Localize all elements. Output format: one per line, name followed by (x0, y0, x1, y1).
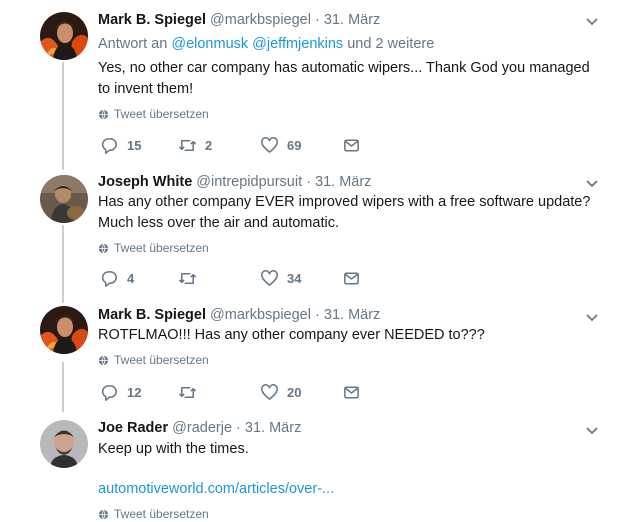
avatar[interactable] (40, 175, 88, 223)
reply-count: 15 (127, 138, 142, 153)
like-icon (261, 270, 278, 286)
avatar[interactable] (40, 12, 88, 60)
like-count: 20 (287, 385, 302, 400)
retweet-icon (178, 139, 197, 152)
author-handle[interactable]: @markbspiegel (210, 12, 311, 28)
retweet-count: 2 (205, 138, 213, 153)
retweet-button[interactable] (178, 269, 205, 288)
like-count: 34 (287, 271, 302, 286)
tweet-header: Joe Rader @raderje · 31. März (98, 420, 301, 436)
translate-label[interactable]: Tweet übersetzen (114, 107, 209, 121)
author-handle[interactable]: @intrepidpursuit (196, 174, 302, 190)
tweet-date[interactable]: 31. März (324, 12, 380, 28)
direct-message-icon (344, 272, 359, 285)
tweet-date[interactable]: 31. März (315, 174, 371, 190)
retweet-icon (178, 386, 197, 399)
chevron-down-icon[interactable] (585, 426, 599, 436)
like-icon (261, 137, 278, 153)
reply-suffix[interactable]: und 2 weitere (347, 36, 434, 52)
like-button[interactable]: 20 (260, 383, 301, 402)
translate-link[interactable]: Tweet übersetzen (98, 107, 209, 121)
separator-dot: · (306, 174, 311, 190)
chevron-down-icon[interactable] (585, 17, 599, 27)
direct-message-button[interactable] (342, 269, 361, 288)
chevron-down-icon[interactable] (585, 313, 599, 323)
tweet-header: Mark B. Spiegel @markbspiegel · 31. März (98, 12, 380, 28)
reply-icon (101, 271, 117, 287)
translate-link[interactable]: Tweet übersetzen (98, 353, 209, 367)
author-name[interactable]: Mark B. Spiegel (98, 307, 206, 323)
retweet-button[interactable]: 2 (178, 136, 212, 155)
like-icon (261, 384, 278, 400)
tweet-text: ROTFLMAO!!! Has any other company ever N… (98, 327, 485, 343)
globe-icon (98, 109, 109, 120)
reply-count: 12 (127, 385, 142, 400)
tweet-text: Keep up with the times. (98, 441, 249, 457)
like-count: 69 (287, 138, 302, 153)
translate-label[interactable]: Tweet übersetzen (114, 353, 209, 367)
reply-prefix: Antwort an (98, 36, 168, 52)
retweet-icon (178, 272, 197, 285)
globe-icon (98, 355, 109, 366)
separator-dot: · (315, 307, 320, 323)
reply-button[interactable]: 4 (100, 269, 134, 288)
translate-label[interactable]: Tweet übersetzen (114, 241, 209, 255)
reply-icon (101, 385, 117, 401)
author-name[interactable]: Joe Rader (98, 420, 168, 436)
tweet-date[interactable]: 31. März (245, 420, 301, 436)
translate-link[interactable]: Tweet übersetzen (98, 507, 209, 521)
tweet: Joe Rader @raderje · 31. März Keep up wi… (0, 410, 630, 522)
separator-dot: · (236, 420, 241, 436)
tweet-header: Mark B. Spiegel @markbspiegel · 31. März (98, 307, 380, 323)
author-handle[interactable]: @markbspiegel (210, 307, 311, 323)
author-handle[interactable]: @raderje (172, 420, 232, 436)
direct-message-icon (344, 386, 359, 399)
globe-icon (98, 509, 109, 520)
tweet-date[interactable]: 31. März (324, 307, 380, 323)
tweet: Joseph White @intrepidpursuit · 31. März… (0, 165, 630, 300)
avatar[interactable] (40, 420, 88, 468)
direct-message-button[interactable] (342, 383, 361, 402)
like-button[interactable]: 34 (260, 269, 301, 288)
tweet: Mark B. Spiegel @markbspiegel · 31. März… (0, 0, 630, 165)
mention-link[interactable]: @jeffmjenkins (252, 36, 343, 52)
translate-label[interactable]: Tweet übersetzen (114, 507, 209, 521)
author-name[interactable]: Mark B. Spiegel (98, 12, 206, 28)
tweet-text: Has any other company EVER improved wipe… (98, 194, 591, 231)
tweet-text: Yes, no other car company has automatic … (98, 60, 590, 97)
translate-link[interactable]: Tweet übersetzen (98, 241, 209, 255)
reply-context: Antwort an @elonmusk @jeffmjenkins und 2… (98, 36, 434, 52)
avatar[interactable] (40, 306, 88, 354)
tweet-header: Joseph White @intrepidpursuit · 31. März (98, 174, 371, 190)
reply-icon (101, 138, 117, 154)
separator-dot: · (315, 12, 320, 28)
author-name[interactable]: Joseph White (98, 174, 192, 190)
reply-button[interactable]: 12 (100, 383, 141, 402)
globe-icon (98, 243, 109, 254)
direct-message-button[interactable] (342, 136, 361, 155)
mention-link[interactable]: @elonmusk (171, 36, 248, 52)
retweet-button[interactable] (178, 383, 205, 402)
reply-count: 4 (127, 271, 135, 286)
reply-button[interactable]: 15 (100, 136, 141, 155)
tweet: Mark B. Spiegel @markbspiegel · 31. März… (0, 300, 630, 410)
like-button[interactable]: 69 (260, 136, 301, 155)
chevron-down-icon[interactable] (585, 179, 599, 189)
article-link[interactable]: automotiveworld.com/articles/over-... (98, 481, 334, 497)
direct-message-icon (344, 139, 359, 152)
